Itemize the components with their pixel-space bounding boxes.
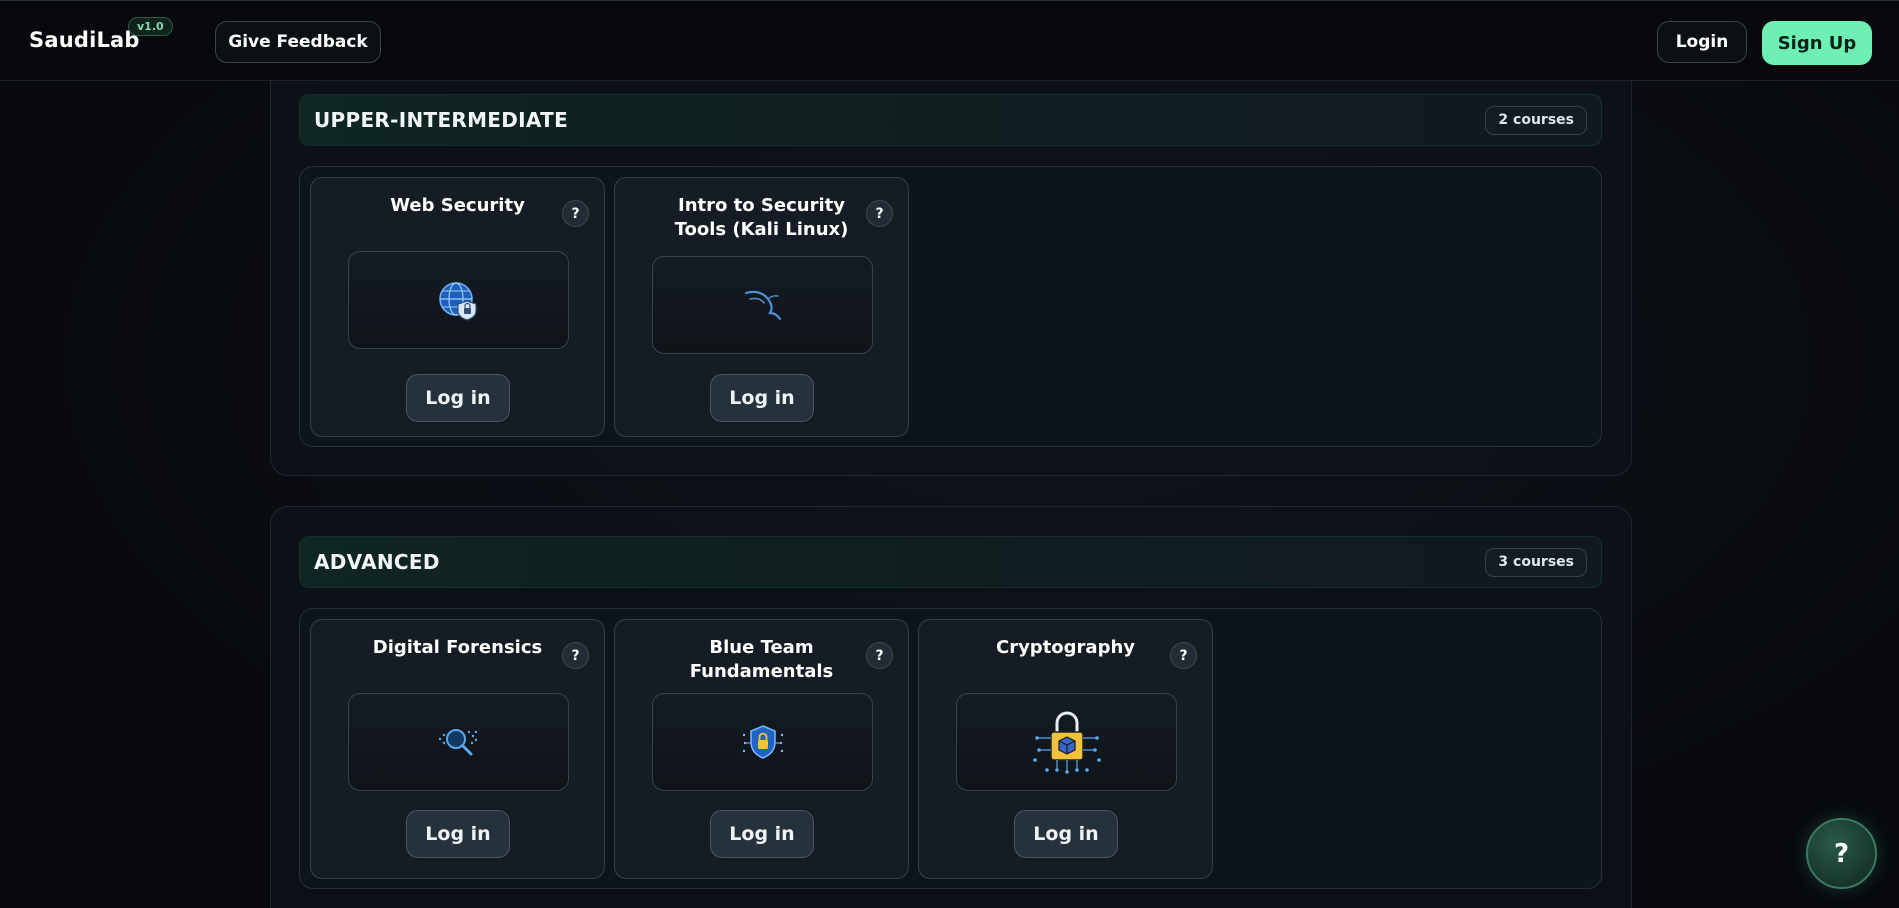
shield-lock-icon [742, 725, 783, 759]
course-thumbnail [652, 256, 873, 354]
course-login-button[interactable]: Log in [406, 374, 510, 422]
course-login-button[interactable]: Log in [710, 374, 814, 422]
course-thumbnail [348, 693, 569, 791]
section-title: ADVANCED [314, 550, 440, 574]
help-fab-button[interactable]: ? [1806, 818, 1877, 889]
section-advanced: ADVANCED 3 courses Digital Forensics ? L… [270, 506, 1632, 908]
course-thumbnail [348, 251, 569, 349]
course-title: Digital Forensics [372, 637, 543, 658]
kali-dragon-icon [744, 290, 781, 321]
course-card-digital-forensics[interactable]: Digital Forensics ? Log in [310, 619, 605, 879]
section-title: UPPER-INTERMEDIATE [314, 108, 569, 132]
course-login-button[interactable]: Log in [406, 810, 510, 858]
course-grid: Digital Forensics ? Log in Blue Team Fun… [299, 608, 1602, 889]
give-feedback-button[interactable]: Give Feedback [215, 21, 381, 63]
section-header: UPPER-INTERMEDIATE 2 courses [299, 94, 1602, 146]
course-card-blue-team[interactable]: Blue Team Fundamentals ? Log in [614, 619, 909, 879]
help-icon[interactable]: ? [1170, 642, 1197, 669]
course-card-web-security[interactable]: Web Security ? Log in [310, 177, 605, 437]
padlock-circuit-icon [1032, 711, 1101, 774]
top-navbar: SaudiLab v1.0 Give Feedback Login Sign U… [0, 0, 1899, 81]
globe-shield-icon [438, 282, 477, 321]
course-thumbnail [652, 693, 873, 791]
course-login-button[interactable]: Log in [1014, 810, 1118, 858]
sign-up-button[interactable]: Sign Up [1762, 21, 1872, 65]
course-count-badge: 2 courses [1485, 106, 1587, 135]
version-badge: v1.0 [128, 17, 173, 36]
course-title: Intro to Security Tools (Kali Linux) [674, 195, 849, 240]
course-card-security-tools[interactable]: Intro to Security Tools (Kali Linux) ? L… [614, 177, 909, 437]
help-icon[interactable]: ? [562, 642, 589, 669]
help-icon[interactable]: ? [866, 200, 893, 227]
section-upper-intermediate: UPPER-INTERMEDIATE 2 courses Web Securit… [270, 50, 1632, 476]
help-icon[interactable]: ? [562, 200, 589, 227]
section-header: ADVANCED 3 courses [299, 536, 1602, 588]
course-card-cryptography[interactable]: Cryptography ? Log in [918, 619, 1213, 879]
brand-logo[interactable]: SaudiLab [29, 28, 140, 52]
course-title: Blue Team Fundamentals [689, 637, 834, 682]
course-login-button[interactable]: Log in [710, 810, 814, 858]
course-thumbnail [956, 693, 1177, 791]
magnifier-data-icon [438, 729, 477, 756]
login-button[interactable]: Login [1657, 21, 1747, 63]
help-icon[interactable]: ? [866, 642, 893, 669]
course-title: Cryptography [995, 637, 1136, 658]
course-title: Web Security [390, 195, 525, 216]
course-grid: Web Security ? Log in Intro to Security … [299, 166, 1602, 447]
course-count-badge: 3 courses [1485, 548, 1587, 577]
